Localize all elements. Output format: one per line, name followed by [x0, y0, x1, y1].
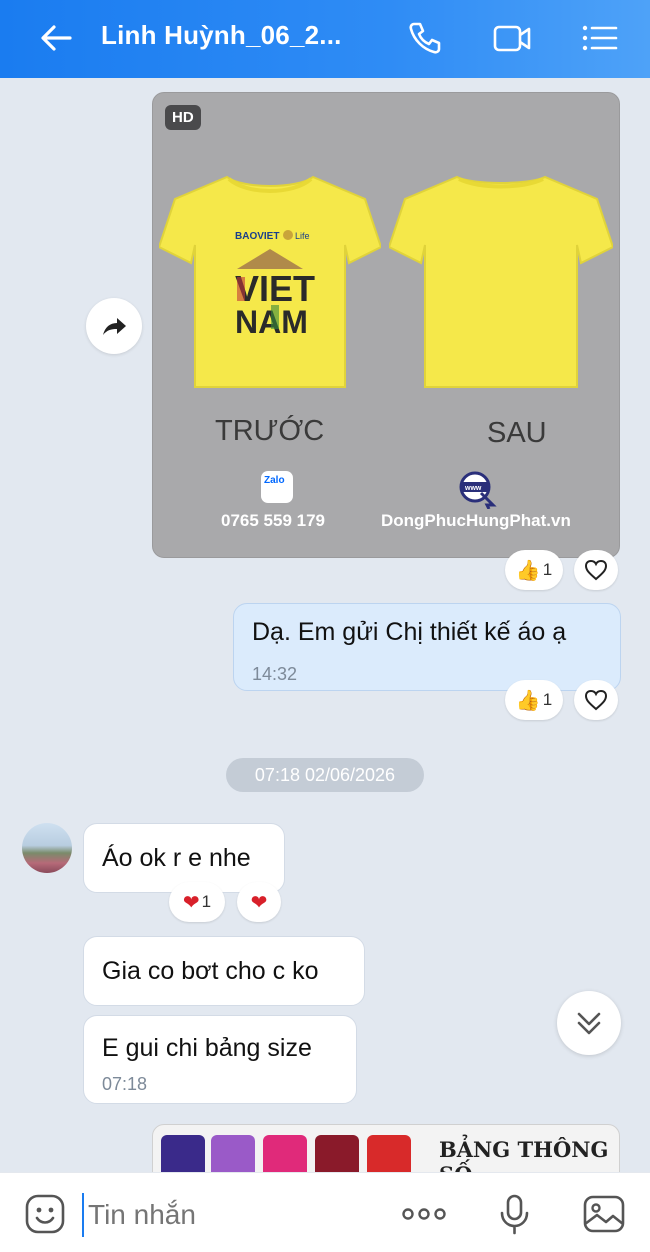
- svg-text:Life: Life: [295, 231, 310, 241]
- message-text: Gia co bơt cho c ko: [102, 957, 319, 985]
- message-time: 14:32: [252, 664, 298, 684]
- video-icon[interactable]: [492, 18, 532, 58]
- red-heart-icon: ❤: [250, 891, 268, 914]
- size-chart-image[interactable]: BẢNG THÔNG SỐ: [152, 1124, 620, 1172]
- tshirt-front-image: BAOVIET Life VIET NAM: [159, 175, 381, 388]
- emoji-icon[interactable]: [24, 1193, 66, 1235]
- message-list[interactable]: HD BAOVIET Life VIET NAM TRƯỚC SAU Zalo …: [0, 78, 650, 1172]
- red-heart-icon: ❤: [182, 891, 200, 914]
- phone-number-text: 0765 559 179: [221, 511, 325, 530]
- thumbs-up-reaction[interactable]: 👍 1: [505, 680, 563, 720]
- maroon-shirt-swatch: [315, 1135, 359, 1172]
- contact-avatar[interactable]: [22, 823, 72, 873]
- hd-badge: HD: [165, 105, 201, 130]
- heart-reaction[interactable]: ❤ 1: [169, 882, 225, 922]
- back-caption: SAU: [487, 417, 547, 449]
- phone-icon[interactable]: [405, 18, 445, 58]
- tshirt-back-image: [389, 175, 613, 388]
- violet-shirt-swatch: [211, 1135, 255, 1172]
- message-input-bar: [0, 1172, 650, 1252]
- website-text: DongPhucHungPhat.vn: [381, 511, 571, 530]
- share-button[interactable]: [86, 298, 142, 354]
- like-heart-button[interactable]: [574, 680, 618, 720]
- back-arrow-icon[interactable]: [34, 18, 78, 58]
- message-text: Áo ok r e nhe: [102, 844, 251, 872]
- message-bubble-sent[interactable]: Dạ. Em gửi Chị thiết kế áo ạ 14:32: [233, 603, 621, 691]
- thumbs-up-icon: 👍: [515, 689, 541, 712]
- size-chart-title: BẢNG THÔNG SỐ: [439, 1137, 609, 1172]
- zalo-logo: Zalo: [261, 471, 293, 503]
- front-caption: TRƯỚC: [215, 415, 325, 447]
- message-text: E gui chi bảng size: [102, 1034, 312, 1062]
- purple-shirt-swatch: [161, 1135, 205, 1172]
- message-bubble-received[interactable]: E gui chi bảng size 07:18: [83, 1015, 357, 1104]
- heart-outline-icon: [584, 689, 608, 711]
- message-bubble-received[interactable]: Gia co bơt cho c ko: [83, 936, 365, 1006]
- share-arrow-icon: [103, 318, 126, 335]
- thumbs-up-reaction[interactable]: 👍 1: [505, 550, 563, 590]
- chat-header: Linh Huỳnh_06_2...: [0, 0, 650, 78]
- message-time: 07:18: [102, 1074, 148, 1094]
- contact-name[interactable]: Linh Huỳnh_06_2...: [101, 20, 342, 51]
- svg-text:BAOVIET: BAOVIET: [235, 231, 279, 242]
- microphone-icon[interactable]: [494, 1193, 536, 1235]
- image-gallery-icon[interactable]: [582, 1193, 625, 1235]
- double-chevron-down-icon: [577, 1012, 601, 1035]
- heart-outline-icon: [584, 559, 608, 581]
- date-separator: 07:18 02/06/2026: [226, 758, 424, 792]
- menu-list-icon[interactable]: [580, 18, 620, 58]
- like-heart-button[interactable]: [574, 550, 618, 590]
- thumbs-up-icon: 👍: [515, 559, 541, 582]
- globe-icon: www: [459, 471, 497, 509]
- svg-text:VIET: VIET: [235, 268, 315, 309]
- red-shirt-swatch: [367, 1135, 411, 1172]
- like-heart-button[interactable]: ❤: [237, 882, 281, 922]
- more-options-icon[interactable]: [400, 1193, 446, 1235]
- message-input[interactable]: [82, 1193, 372, 1237]
- pink-shirt-swatch: [263, 1135, 307, 1172]
- message-text: Dạ. Em gửi Chị thiết kế áo ạ: [252, 618, 567, 646]
- image-message[interactable]: HD BAOVIET Life VIET NAM TRƯỚC SAU Zalo …: [152, 92, 620, 558]
- svg-text:www: www: [464, 485, 482, 492]
- scroll-to-bottom-button[interactable]: [557, 991, 621, 1055]
